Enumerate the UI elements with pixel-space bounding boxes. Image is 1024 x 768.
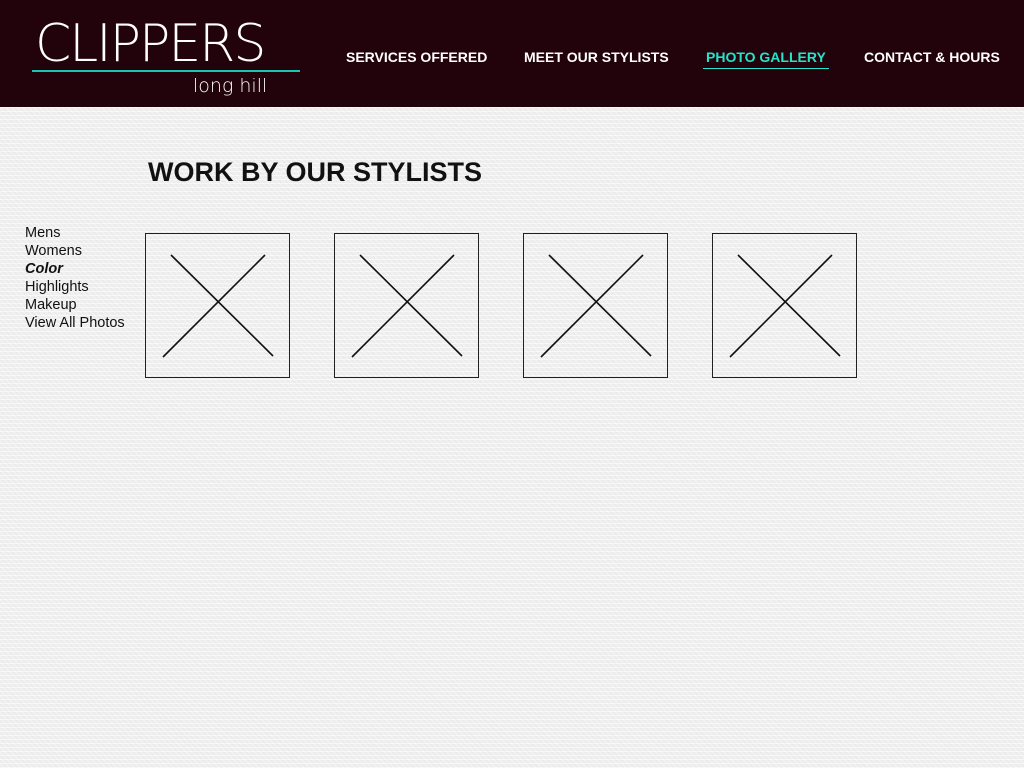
nav-photo-gallery[interactable]: PHOTO GALLERY — [703, 49, 829, 69]
category-color[interactable]: Color — [25, 260, 140, 278]
gallery-photo-3[interactable] — [523, 233, 668, 378]
image-placeholder-icon — [540, 254, 652, 358]
logo-location: long hill — [193, 75, 268, 97]
category-makeup[interactable]: Makeup — [25, 296, 140, 314]
nav-contact-hours[interactable]: CONTACT & HOURS — [861, 49, 1003, 68]
nav-meet-our-stylists[interactable]: MEET OUR STYLISTS — [521, 49, 672, 68]
nav-services-offered[interactable]: SERVICES OFFERED — [343, 49, 490, 68]
category-view-all-photos[interactable]: View All Photos — [25, 314, 140, 332]
page-title: WORK BY OUR STYLISTS — [148, 157, 483, 187]
gallery-photo-4[interactable] — [712, 233, 857, 378]
category-highlights[interactable]: Highlights — [25, 278, 140, 296]
logo-divider — [32, 70, 300, 72]
category-womens[interactable]: Womens — [25, 242, 140, 260]
logo-wordmark: CLIPPERS — [35, 14, 266, 74]
site-logo[interactable]: CLIPPERS long hill — [32, 18, 300, 100]
image-placeholder-icon — [729, 254, 841, 358]
image-placeholder-icon — [162, 254, 274, 358]
site-header: CLIPPERS long hill SERVICES OFFERED MEET… — [0, 0, 1024, 107]
gallery-category-nav: Mens Womens Color Highlights Makeup View… — [25, 224, 140, 332]
category-mens[interactable]: Mens — [25, 224, 140, 242]
image-placeholder-icon — [351, 254, 463, 358]
gallery-photo-1[interactable] — [145, 233, 290, 378]
gallery-photo-2[interactable] — [334, 233, 479, 378]
